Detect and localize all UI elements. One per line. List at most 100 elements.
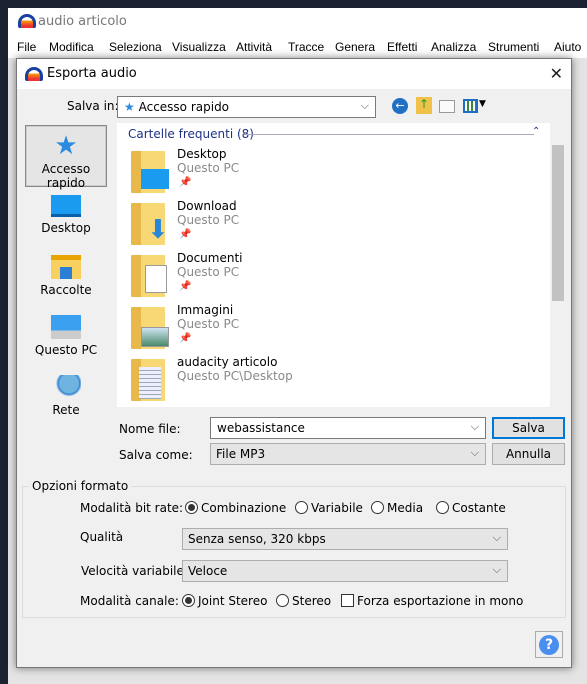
app-title: audio articolo: [38, 14, 127, 29]
chevron-down-icon: ⌵: [360, 99, 369, 112]
collapse-icon[interactable]: ⌃: [532, 126, 540, 137]
quality-value: Senza senso, 320 kbps: [188, 532, 326, 546]
radio-label: Costante: [452, 501, 506, 515]
menu-genera[interactable]: Genera: [335, 40, 375, 54]
star-icon: ★: [124, 100, 135, 114]
place-accesso-rapido[interactable]: ★ Accesso rapido: [25, 125, 107, 190]
filetype-select[interactable]: File MP3 ⌵: [210, 443, 486, 465]
chevron-down-icon: ⌵: [492, 563, 501, 576]
chevron-down-icon: ⌵: [470, 420, 479, 433]
audacity-logo-icon: [25, 67, 43, 81]
item-name: Desktop: [177, 147, 227, 161]
pin-icon: 📌: [179, 177, 192, 188]
filetype-label: Salva come:: [119, 448, 193, 462]
star-icon: ★: [54, 131, 78, 161]
item-location: Questo PC\Desktop: [177, 369, 293, 383]
save-in-label: Salva in:: [67, 99, 119, 113]
dialog-title: Esporta audio: [47, 66, 137, 81]
place-label: Questo PC: [34, 343, 98, 357]
up-folder-icon[interactable]: ↑: [416, 97, 432, 114]
item-location: Questo PC: [177, 213, 240, 227]
radio-icon: [295, 501, 308, 514]
place-desktop[interactable]: Desktop: [25, 187, 107, 249]
list-item[interactable]: Desktop Questo PC 📌: [131, 147, 531, 199]
place-raccolte[interactable]: Raccolte: [25, 247, 107, 309]
list-item[interactable]: Immagini Questo PC 📌: [131, 303, 531, 355]
pin-icon: 📌: [179, 333, 192, 344]
radio-label: Combinazione: [201, 501, 287, 515]
folder-desktop-icon: [131, 151, 169, 193]
filename-label: Nome file:: [119, 422, 181, 436]
menu-attivita[interactable]: Attività: [236, 40, 272, 54]
vbr-label: Velocità variabile:: [81, 564, 188, 578]
close-icon[interactable]: ✕: [550, 64, 563, 83]
item-name: Immagini: [177, 303, 234, 317]
channel-label: Modalità canale:: [80, 594, 179, 608]
list-item[interactable]: ⬇ Download Questo PC 📌: [131, 199, 531, 251]
menu-bar: File Modifica Seleziona Visualizza Attiv…: [8, 36, 587, 58]
menu-strumenti[interactable]: Strumenti: [488, 40, 539, 54]
view-menu-icon[interactable]: ▼: [463, 99, 487, 114]
cancel-button[interactable]: Annulla: [492, 443, 565, 465]
vbr-select[interactable]: Veloce ⌵: [182, 560, 508, 582]
scrollbar-thumb[interactable]: [552, 145, 564, 301]
list-header: Cartelle frequenti (8): [128, 127, 254, 141]
pin-icon: 📌: [179, 281, 192, 292]
save-in-combo[interactable]: ★ Accesso rapido ⌵: [117, 96, 376, 118]
radio-label: Stereo: [292, 594, 332, 608]
menu-seleziona[interactable]: Seleziona: [109, 40, 162, 54]
new-folder-icon[interactable]: [439, 100, 455, 113]
app-title-bar: audio articolo: [8, 8, 587, 36]
folder-documents-icon: [131, 255, 167, 297]
bitrate-label: Modalità bit rate:: [80, 501, 184, 515]
filetype-value: File MP3: [216, 447, 266, 461]
menu-file[interactable]: File: [17, 40, 36, 54]
list-item[interactable]: Documenti Questo PC 📌: [131, 251, 531, 303]
channel-joint-stereo-radio[interactable]: Joint Stereo: [182, 594, 267, 608]
audacity-logo-icon: [18, 14, 36, 28]
radio-label: Media: [387, 501, 424, 515]
menu-visualizza[interactable]: Visualizza: [172, 40, 226, 54]
force-mono-checkbox[interactable]: Forza esportazione in mono: [341, 594, 523, 608]
save-button[interactable]: Salva: [492, 417, 565, 439]
place-label: Desktop: [41, 221, 91, 235]
help-button[interactable]: ?: [535, 631, 563, 658]
places-bar: ★ Accesso rapido Desktop Raccolte Questo…: [23, 123, 109, 417]
bitrate-media-radio[interactable]: Media: [371, 501, 423, 515]
item-name: audacity articolo: [177, 355, 278, 369]
chevron-down-icon: ⌵: [492, 531, 501, 544]
channel-stereo-radio[interactable]: Stereo: [276, 594, 331, 608]
format-options-title: Opzioni formato: [29, 479, 132, 493]
menu-effetti[interactable]: Effetti: [387, 40, 417, 54]
bitrate-combinazione-radio[interactable]: Combinazione: [185, 501, 286, 515]
radio-icon: [436, 501, 449, 514]
place-label: Rete: [52, 403, 80, 417]
place-label: Accesso rapido: [41, 162, 91, 190]
place-label: Raccolte: [40, 283, 92, 297]
place-rete[interactable]: Rete: [25, 367, 107, 429]
back-icon[interactable]: ←: [392, 98, 408, 114]
libraries-icon: [51, 255, 81, 279]
dialog-title-bar: Esporta audio ✕: [17, 59, 571, 89]
menu-analizza[interactable]: Analizza: [431, 40, 476, 54]
filename-input[interactable]: webassistance ⌵: [210, 417, 486, 439]
checkbox-icon: [341, 594, 354, 607]
menu-aiuto[interactable]: Aiuto: [554, 40, 581, 54]
radio-icon: [371, 501, 384, 514]
place-questo-pc[interactable]: Questo PC: [25, 307, 107, 369]
quality-select[interactable]: Senza senso, 320 kbps ⌵: [182, 528, 508, 550]
item-name: Download: [177, 199, 237, 213]
folder-pictures-icon: [131, 307, 169, 349]
list-item[interactable]: audacity articolo Questo PC\Desktop: [131, 355, 531, 407]
radio-icon: [276, 594, 289, 607]
filename-value: webassistance: [217, 421, 305, 435]
bitrate-costante-radio[interactable]: Costante: [436, 501, 506, 515]
bitrate-variabile-radio[interactable]: Variabile: [295, 501, 363, 515]
menu-modifica[interactable]: Modifica: [49, 40, 94, 54]
vertical-scrollbar[interactable]: [550, 123, 566, 407]
menu-tracce[interactable]: Tracce: [288, 40, 324, 54]
item-location: Questo PC: [177, 265, 240, 279]
item-location: Questo PC: [177, 317, 240, 331]
radio-label: Joint Stereo: [198, 594, 268, 608]
folder-download-icon: ⬇: [131, 203, 169, 245]
